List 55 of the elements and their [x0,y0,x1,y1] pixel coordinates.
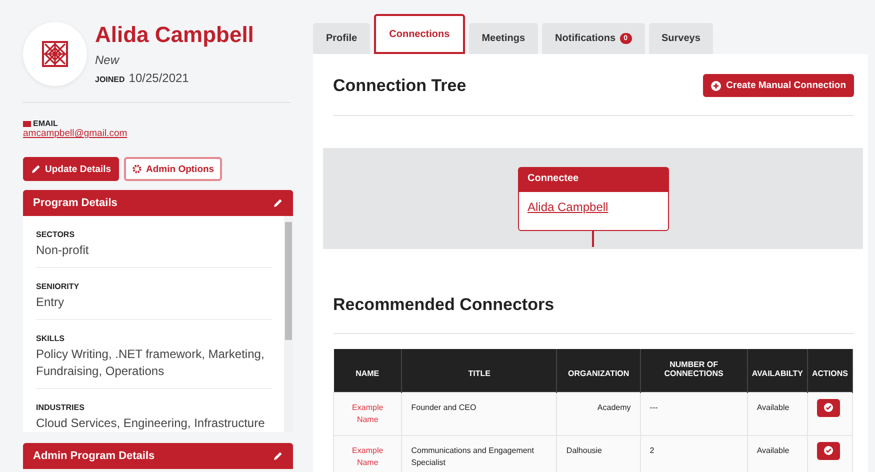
logo-icon [42,41,68,67]
email-link[interactable]: amcampbell@gmail.com [23,128,301,139]
joined-label: JOINED [95,75,125,84]
table-cell: --- [640,392,748,435]
admin-options-button[interactable]: Admin Options [124,157,222,181]
card-title: Admin Program Details [33,450,155,462]
column-header: ORGANIZATION [556,349,640,392]
table-cell: Communications and Engagement Specialist [402,435,557,472]
field-label: SKILLS [36,334,66,343]
field-value: Non-profit [36,242,90,259]
node-title: Connectee [518,168,668,192]
joined-date: 10/25/2021 [128,71,189,85]
profile-status: New [95,53,120,67]
field-value: Policy Writing, .NET framework, Marketing, Fundraising, Operations [36,346,266,380]
tab[interactable]: Profile [313,23,370,54]
section-title: Recommended Connectors [333,295,554,315]
table-cell: Available [747,435,808,472]
tab[interactable]: Connections [374,14,465,54]
pencil-icon [273,198,283,208]
card-title: Program Details [33,197,118,209]
field-label: SECTORS [36,230,76,239]
column-header: NUMBER OF CONNECTIONS [640,349,748,392]
field-label: INDUSTRIES [36,403,86,412]
field-value: Entry [36,294,66,311]
pencil-icon [273,451,283,461]
check-circle-icon [824,403,833,412]
plus-circle-icon [711,80,722,90]
field-label: SENIORITY [36,282,80,291]
section-title: Connection Tree [333,76,466,96]
email-label: EMAIL [33,119,58,128]
tab[interactable]: Surveys [648,23,714,54]
approve-button[interactable] [816,398,840,416]
field-value: Cloud Services, Engineering, Infrastructure [36,415,266,432]
column-header: NAME [334,349,402,392]
tab[interactable]: Meetings [468,23,538,54]
name-link[interactable]: Example Name [334,392,402,435]
scrollbar[interactable] [284,216,293,432]
envelope-icon [23,120,31,126]
settings-icon [132,164,142,174]
table-cell: 2 [640,435,748,472]
profile-name: Alida Campbell [95,22,254,48]
table-cell: Academy [556,392,640,435]
column-header: ACTIONS [807,349,852,392]
approve-button[interactable] [816,442,840,460]
check-circle-icon [824,446,833,455]
column-header: TITLE [402,349,557,392]
pencil-icon [31,164,41,174]
column-header: AVAILABILTY [747,349,808,392]
name-link[interactable]: Example Name [334,435,402,472]
create-connection-button[interactable]: Create Manual Connection [703,74,854,97]
table-cell: Available [747,392,808,435]
node-link[interactable]: Alida Campbell [528,200,608,214]
table-cell: Dalhousie [556,435,640,472]
table-cell: Founder and CEO [402,392,557,435]
update-details-button[interactable]: Update Details [23,157,119,181]
